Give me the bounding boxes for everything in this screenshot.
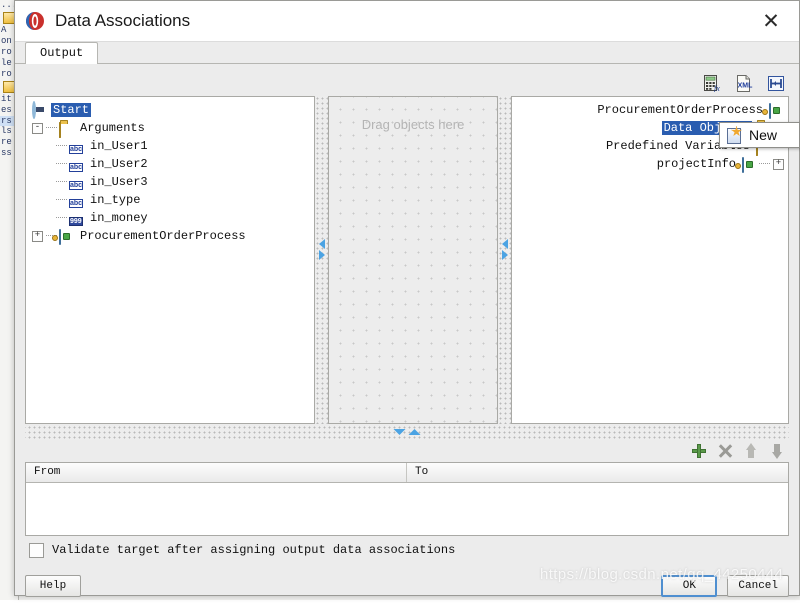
context-menu[interactable]: New bbox=[719, 122, 800, 148]
number-type-icon: 999 bbox=[69, 217, 83, 226]
string-type-icon: abc bbox=[69, 181, 84, 190]
dialog-titlebar: Data Associations ✕ bbox=[15, 1, 799, 42]
tree-node-label: in_User3 bbox=[90, 175, 148, 189]
tree-node-in-user1[interactable]: abc in_User1 bbox=[30, 137, 314, 155]
source-tree: Start - Arguments abc in_User1 abc in_Us… bbox=[26, 97, 314, 245]
new-document-icon bbox=[726, 126, 742, 144]
right-splitter[interactable] bbox=[498, 96, 511, 424]
arrow-up-icon[interactable] bbox=[743, 443, 759, 459]
source-tree-panel[interactable]: Start - Arguments abc in_User1 abc in_Us… bbox=[25, 96, 315, 424]
drop-zone-panel[interactable]: Drag objects here bbox=[328, 96, 498, 424]
context-menu-item-new[interactable]: New bbox=[749, 127, 777, 143]
tree-node-label: Arguments bbox=[80, 121, 145, 135]
start-event-icon bbox=[32, 101, 47, 119]
arrow-down-icon[interactable] bbox=[769, 443, 785, 459]
tab-output[interactable]: Output bbox=[25, 42, 99, 64]
column-header-to[interactable]: To bbox=[407, 463, 788, 482]
tree-node-in-user2[interactable]: abc in_User2 bbox=[30, 155, 314, 173]
tree-toggle-icon[interactable]: + bbox=[773, 158, 784, 170]
tree-node-label: in_money bbox=[90, 211, 148, 225]
tree-node-label: projectInfo bbox=[656, 157, 736, 171]
association-panes: Start - Arguments abc in_User1 abc in_Us… bbox=[25, 96, 789, 424]
target-node-procurement-order-process[interactable]: ProcurementOrderProcess bbox=[512, 101, 784, 119]
table-header-row: From To bbox=[26, 463, 788, 483]
process-icon bbox=[742, 157, 757, 173]
transformation-icon[interactable] bbox=[767, 75, 785, 92]
close-icon[interactable]: ✕ bbox=[749, 2, 793, 40]
column-header-from[interactable]: From bbox=[26, 463, 407, 482]
cancel-button[interactable]: Cancel bbox=[727, 575, 789, 597]
tree-node-label: in_User2 bbox=[90, 157, 148, 171]
validate-target-label: Validate target after assigning output d… bbox=[52, 543, 456, 557]
string-type-icon: abc bbox=[69, 163, 84, 172]
tree-node-in-type[interactable]: abc in_type bbox=[30, 191, 314, 209]
tree-toggle-icon[interactable]: + bbox=[32, 230, 43, 242]
validate-target-checkbox[interactable] bbox=[29, 542, 44, 558]
process-icon bbox=[59, 229, 74, 245]
tree-node-label: Start bbox=[51, 103, 92, 117]
tree-node-label: in_User1 bbox=[90, 139, 148, 153]
tree-node-label: ProcurementOrderProcess bbox=[597, 103, 763, 117]
tree-node-label: in_type bbox=[90, 193, 141, 207]
string-type-icon: abc bbox=[69, 145, 84, 154]
process-icon bbox=[769, 103, 784, 119]
validate-option-row[interactable]: Validate target after assigning output d… bbox=[25, 536, 789, 564]
delete-x-icon[interactable] bbox=[717, 443, 733, 459]
splitter-grip[interactable] bbox=[499, 237, 510, 261]
horizontal-splitter[interactable] bbox=[25, 426, 789, 440]
tree-toggle-icon[interactable]: - bbox=[32, 122, 43, 134]
data-associations-dialog: Data Associations ✕ Output fx XML Start … bbox=[14, 0, 800, 597]
left-splitter[interactable] bbox=[315, 96, 328, 424]
tree-node-start[interactable]: Start bbox=[30, 101, 314, 119]
page-title: Data Associations bbox=[55, 11, 191, 30]
svg-text:fx: fx bbox=[714, 84, 720, 92]
splitter-grip[interactable] bbox=[316, 237, 327, 261]
tree-node-in-money[interactable]: 999 in_money bbox=[30, 209, 314, 227]
oracle-logo-icon bbox=[25, 11, 45, 31]
help-button[interactable]: Help bbox=[25, 575, 81, 597]
string-type-icon: abc bbox=[69, 199, 84, 208]
tree-node-label: ProcurementOrderProcess bbox=[80, 229, 246, 243]
panel-toolbar: fx XML bbox=[25, 72, 789, 94]
dialog-body: fx XML Start - Arguments abc in_User1 ab… bbox=[15, 64, 799, 564]
target-node-project-info[interactable]: projectInfo + bbox=[512, 155, 784, 173]
table-toolbar bbox=[25, 440, 789, 462]
tree-node-arguments[interactable]: - Arguments bbox=[30, 119, 314, 138]
folder-icon bbox=[59, 121, 74, 138]
xml-icon[interactable]: XML bbox=[735, 74, 753, 92]
svg-text:XML: XML bbox=[738, 82, 753, 89]
drop-zone-placeholder: Drag objects here bbox=[361, 117, 465, 132]
expression-builder-icon[interactable]: fx bbox=[703, 74, 721, 93]
splitter-grip[interactable] bbox=[393, 429, 421, 435]
plus-icon[interactable] bbox=[691, 443, 707, 459]
tabstrip: Output bbox=[15, 42, 799, 64]
tree-node-in-user3[interactable]: abc in_User3 bbox=[30, 173, 314, 191]
associations-table[interactable]: From To bbox=[25, 462, 789, 536]
ok-button[interactable]: OK bbox=[661, 575, 718, 597]
dialog-footer: Help OK Cancel bbox=[15, 564, 799, 608]
tree-node-procurement-order-process[interactable]: + ProcurementOrderProcess bbox=[30, 227, 314, 245]
